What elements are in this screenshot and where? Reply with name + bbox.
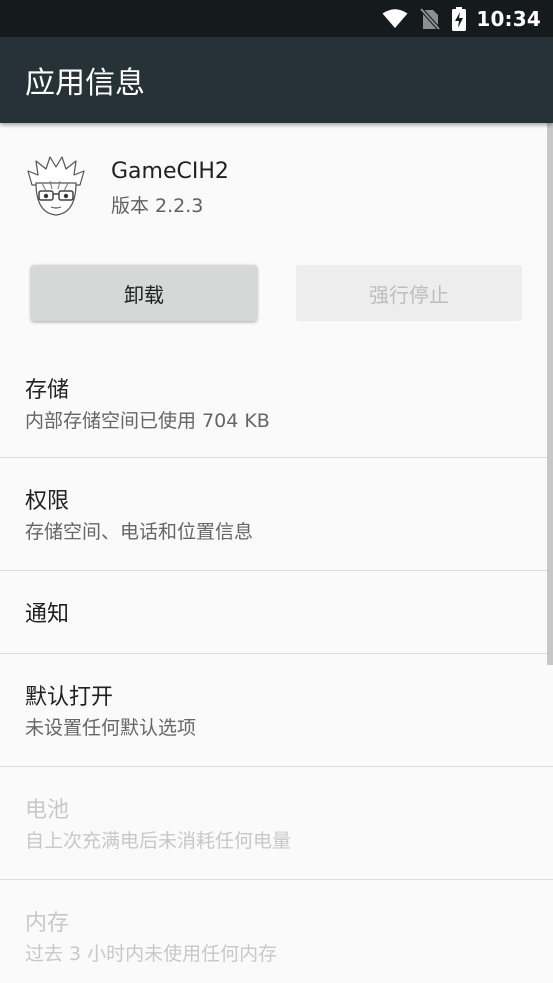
- no-sim-icon: [420, 7, 441, 30]
- anime-avatar-icon: [24, 155, 88, 219]
- storage-item[interactable]: 存储 内部存储空间已使用 704 KB: [0, 347, 553, 457]
- battery-summary: 自上次充满电后未消耗任何电量: [25, 830, 292, 852]
- memory-title: 内存: [25, 911, 70, 936]
- battery-item: 电池 自上次充满电后未消耗任何电量: [0, 767, 553, 879]
- app-info-content[interactable]: GameCIH2 版本 2.2.3 卸载 强行停止 存储 内部存储空间已使用 7…: [0, 123, 553, 983]
- permissions-title: 权限: [25, 489, 70, 514]
- clock: 10:34: [476, 6, 541, 31]
- wifi-icon: [382, 8, 408, 29]
- open-by-default-summary: 未设置任何默认选项: [25, 717, 197, 739]
- permissions-item[interactable]: 权限 存储空间、电话和位置信息: [0, 458, 553, 570]
- permissions-summary: 存储空间、电话和位置信息: [25, 521, 254, 543]
- storage-summary: 内部存储空间已使用 704 KB: [25, 410, 270, 432]
- page-title: 应用信息: [25, 66, 145, 101]
- app-version: 版本 2.2.3: [111, 195, 204, 217]
- app-bar: 应用信息: [0, 37, 553, 123]
- status-bar: 10:34: [0, 0, 553, 37]
- storage-title: 存储: [25, 378, 70, 403]
- notifications-item[interactable]: 通知: [0, 571, 553, 653]
- force-stop-button: 强行停止: [296, 265, 522, 321]
- uninstall-button[interactable]: 卸载: [31, 265, 257, 321]
- notifications-title: 通知: [25, 602, 70, 627]
- memory-summary: 过去 3 小时内未使用任何内存: [25, 943, 278, 965]
- app-header: GameCIH2 版本 2.2.3: [0, 123, 553, 253]
- app-name: GameCIH2: [111, 159, 229, 184]
- scrollbar[interactable]: [547, 123, 553, 665]
- battery-charging-icon: [452, 6, 467, 31]
- memory-item: 内存 过去 3 小时内未使用任何内存: [0, 880, 553, 983]
- open-by-default-item[interactable]: 默认打开 未设置任何默认选项: [0, 654, 553, 766]
- battery-title: 电池: [25, 798, 70, 823]
- open-by-default-title: 默认打开: [25, 685, 114, 710]
